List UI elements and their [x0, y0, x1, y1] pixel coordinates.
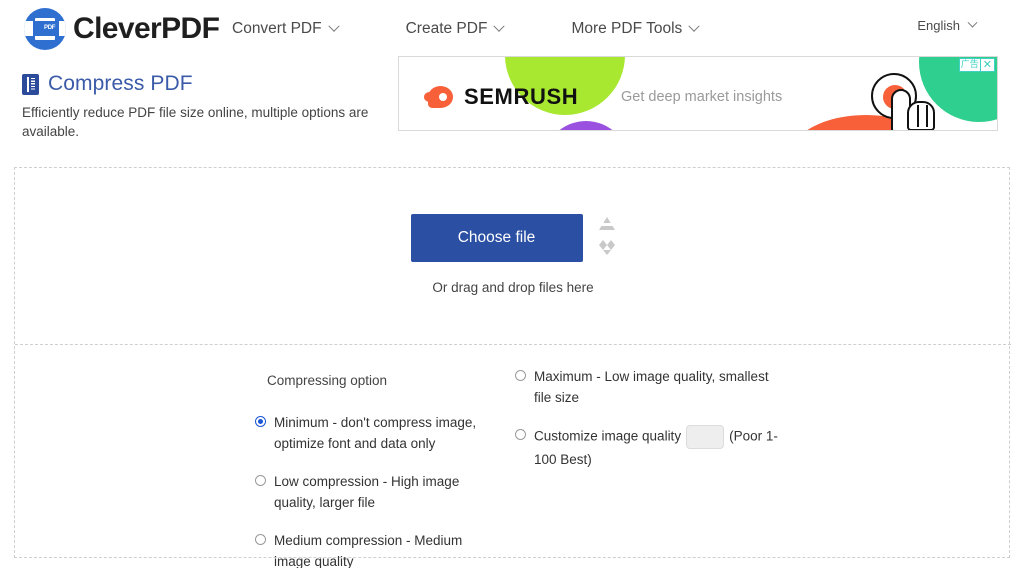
choose-file-button[interactable]: Choose file	[410, 214, 583, 262]
options-column-right: Maximum - Low image quality, smallest fi…	[515, 366, 785, 487]
radio-minimum[interactable]	[255, 416, 266, 427]
brand-logo[interactable]: PDF CleverPDF	[24, 8, 220, 50]
main-nav: Convert PDF Create PDF More PDF Tools	[232, 0, 766, 57]
close-icon[interactable]: ✕	[979, 59, 994, 71]
option-maximum[interactable]: Maximum - Low image quality, smallest fi…	[515, 366, 785, 408]
options-column-left: Minimum - don't compress image, optimize…	[255, 412, 480, 568]
option-label-before: Customize image quality	[534, 428, 682, 444]
nav-item-label: Create PDF	[405, 19, 488, 37]
chevron-down-icon	[493, 20, 506, 32]
radio-medium-compression[interactable]	[255, 534, 266, 545]
dropbox-icon[interactable]	[598, 240, 616, 256]
ad-hand-illustration	[863, 67, 953, 130]
option-low-compression[interactable]: Low compression - High image quality, la…	[255, 471, 480, 513]
nav-item-label: Convert PDF	[232, 19, 322, 37]
choose-file-row: Choose file	[15, 214, 1011, 262]
google-drive-icon[interactable]	[598, 217, 615, 231]
ad-tagline: Get deep market insights	[621, 89, 783, 105]
language-selector[interactable]: English	[917, 17, 978, 33]
ad-badge[interactable]: 广告 ✕	[958, 58, 995, 72]
page-title: Compress PDF	[48, 72, 193, 95]
nav-item-more-pdf-tools[interactable]: More PDF Tools	[571, 19, 700, 38]
cloud-source-list	[598, 214, 616, 256]
chevron-down-icon	[967, 17, 978, 28]
compressing-options: Compressing option Minimum - don't compr…	[15, 344, 1011, 568]
page-subtitle: Efficiently reduce PDF file size online,…	[22, 105, 369, 139]
option-label: Maximum - Low image quality, smallest fi…	[534, 369, 769, 405]
ad-brand-name: SEMRUSH	[464, 84, 579, 109]
drag-drop-hint: Or drag and drop files here	[432, 280, 594, 295]
nav-item-label: More PDF Tools	[571, 19, 683, 37]
page-root: PDF CleverPDF Convert PDF Create PDF Mor…	[0, 0, 1024, 568]
radio-low-compression[interactable]	[255, 475, 266, 486]
language-label: English	[917, 18, 960, 33]
nav-item-convert-pdf[interactable]: Convert PDF	[232, 19, 340, 38]
ad-decor-circle-purple	[543, 121, 629, 130]
nav-item-create-pdf[interactable]: Create PDF	[405, 19, 506, 38]
radio-maximum[interactable]	[515, 370, 526, 381]
page-title-block: Compress PDF Efficiently reduce PDF file…	[22, 72, 412, 141]
semrush-logo-icon	[424, 86, 453, 108]
option-minimum[interactable]: Minimum - don't compress image, optimize…	[255, 412, 480, 454]
ad-badge-label: 广告	[960, 60, 979, 70]
tool-panel: Choose file Or drag and drop files here …	[14, 167, 1011, 568]
brand-name: CleverPDF	[73, 12, 220, 45]
file-drop-zone[interactable]: Choose file Or drag and drop files here	[15, 168, 1011, 344]
page-title-row: Compress PDF	[22, 72, 412, 96]
compress-pdf-icon	[22, 73, 39, 95]
radio-customize-quality[interactable]	[515, 429, 526, 440]
site-header: PDF CleverPDF Convert PDF Create PDF Mor…	[0, 0, 1024, 57]
ad-brand: SEMRUSH	[424, 84, 579, 110]
chevron-down-icon	[688, 20, 700, 32]
image-quality-input[interactable]	[686, 425, 725, 449]
option-label: Medium compression - Medium image qualit…	[274, 533, 463, 568]
ad-banner[interactable]: SEMRUSH Get deep market insights 广告 ✕	[398, 56, 998, 131]
options-section-title: Compressing option	[267, 373, 388, 388]
option-label: Low compression - High image quality, la…	[274, 474, 460, 510]
option-medium-compression[interactable]: Medium compression - Medium image qualit…	[255, 530, 480, 568]
option-label: Minimum - don't compress image, optimize…	[274, 415, 477, 451]
cleverpdf-logo-icon: PDF	[24, 8, 66, 50]
chevron-down-icon	[327, 20, 340, 32]
option-customize-quality[interactable]: Customize image quality (Poor 1-100 Best)	[515, 425, 785, 470]
